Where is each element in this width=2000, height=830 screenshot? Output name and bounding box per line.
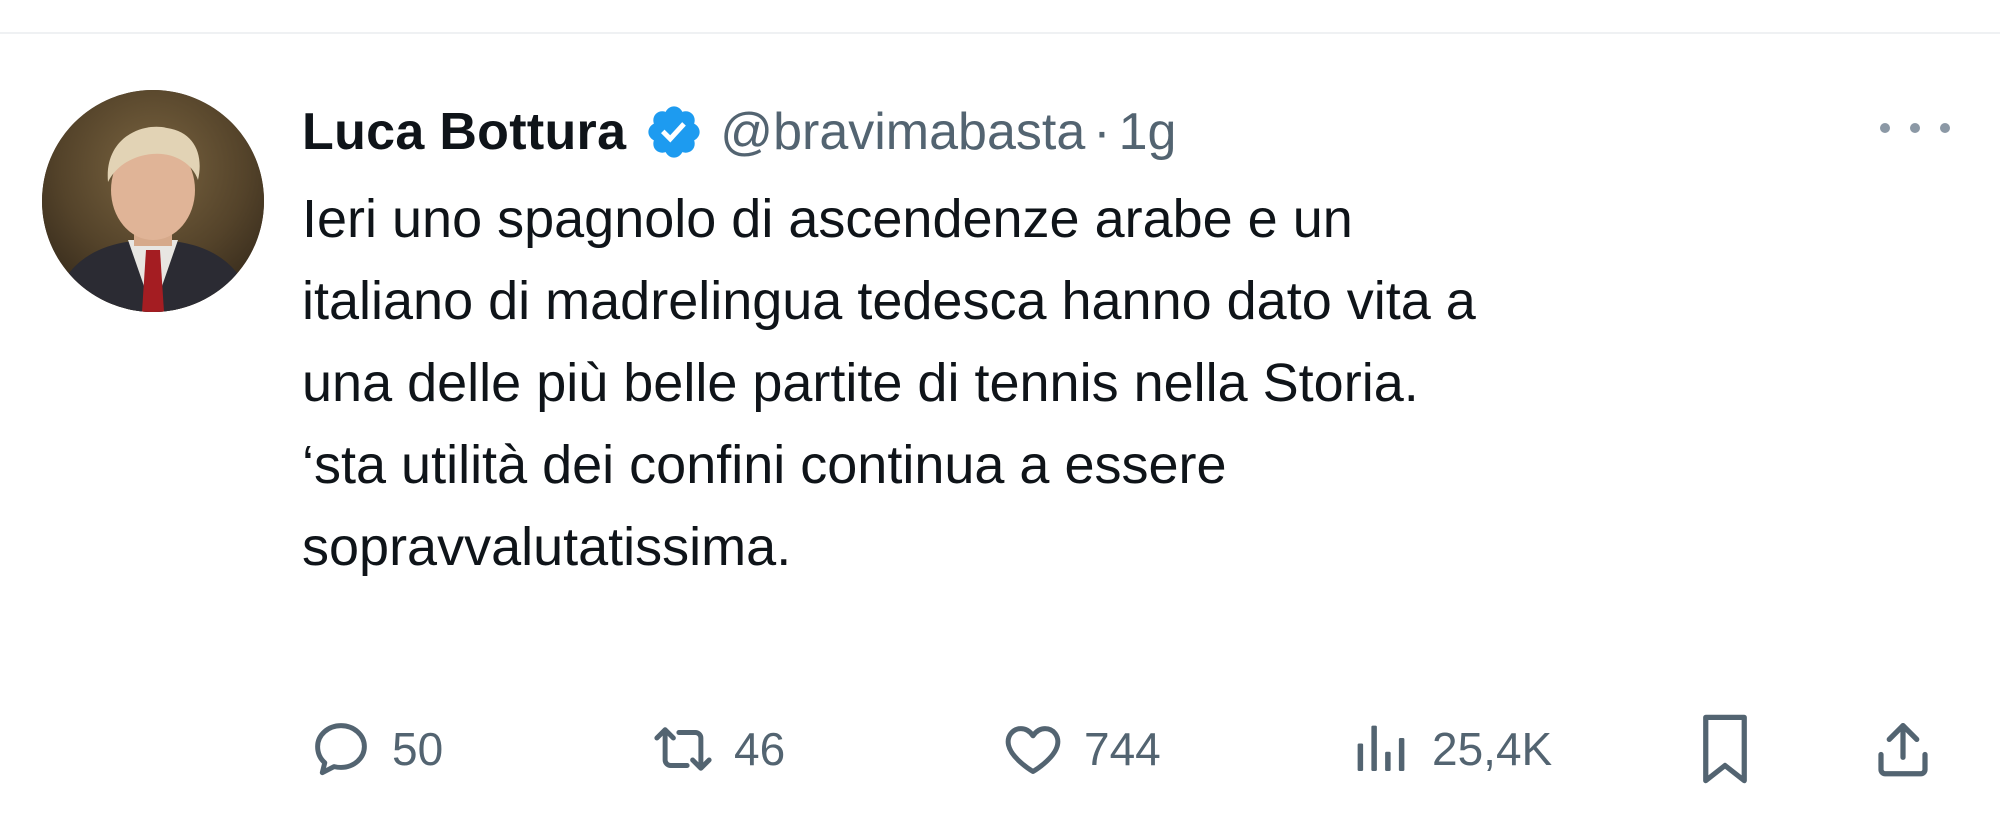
tweet-text-line: ‘sta utilità dei confini continua a esse… [302,435,1227,495]
views-chart-icon [1357,725,1405,771]
retweet-count: 46 [734,723,786,775]
views-count: 25,4K [1432,723,1553,775]
avatar[interactable] [42,90,264,312]
verified-badge-icon[interactable] [644,102,704,162]
header-separator: · [1093,103,1111,161]
bookmark-icon [1703,714,1747,784]
like-button[interactable]: 744 [1000,704,1161,794]
retweet-icon [654,727,712,771]
author-handle[interactable]: @bravimabasta [720,102,1085,162]
tweet[interactable]: Luca Bottura @bravimabasta · 1g Ieri uno… [0,34,2000,830]
tweet-text-line: italiano di madrelingua tedesca hanno da… [302,271,1476,331]
avatar-portrait-image [42,90,264,312]
share-icon [1878,723,1928,777]
bookmark-button[interactable] [1692,704,1758,794]
like-count: 744 [1084,723,1161,775]
tweet-actions-bar: 50 46 744 25,4K [300,704,1960,794]
tweet-timestamp[interactable]: 1g [1119,102,1177,162]
heart-icon [1005,726,1061,775]
views-button[interactable]: 25,4K [1348,704,1552,794]
tweet-text: Ieri uno spagnolo di ascendenze arabe e … [302,178,1962,588]
tweet-text-line: Ieri uno spagnolo di ascendenze arabe e … [302,189,1353,249]
tweet-header: Luca Bottura @bravimabasta · 1g [302,92,1176,172]
reply-count: 50 [392,723,444,775]
reply-icon [315,723,367,776]
reply-button[interactable]: 50 [308,704,443,794]
author-name[interactable]: Luca Bottura [302,102,626,162]
retweet-button[interactable]: 46 [650,704,785,794]
share-button[interactable] [1870,704,1936,794]
tweet-text-line: sopravvalutatissima. [302,517,792,577]
page: Luca Bottura @bravimabasta · 1g Ieri uno… [0,0,2000,830]
more-dots-icon[interactable] [1880,106,1950,150]
tweet-text-line: una delle più belle partite di tennis ne… [302,353,1419,413]
